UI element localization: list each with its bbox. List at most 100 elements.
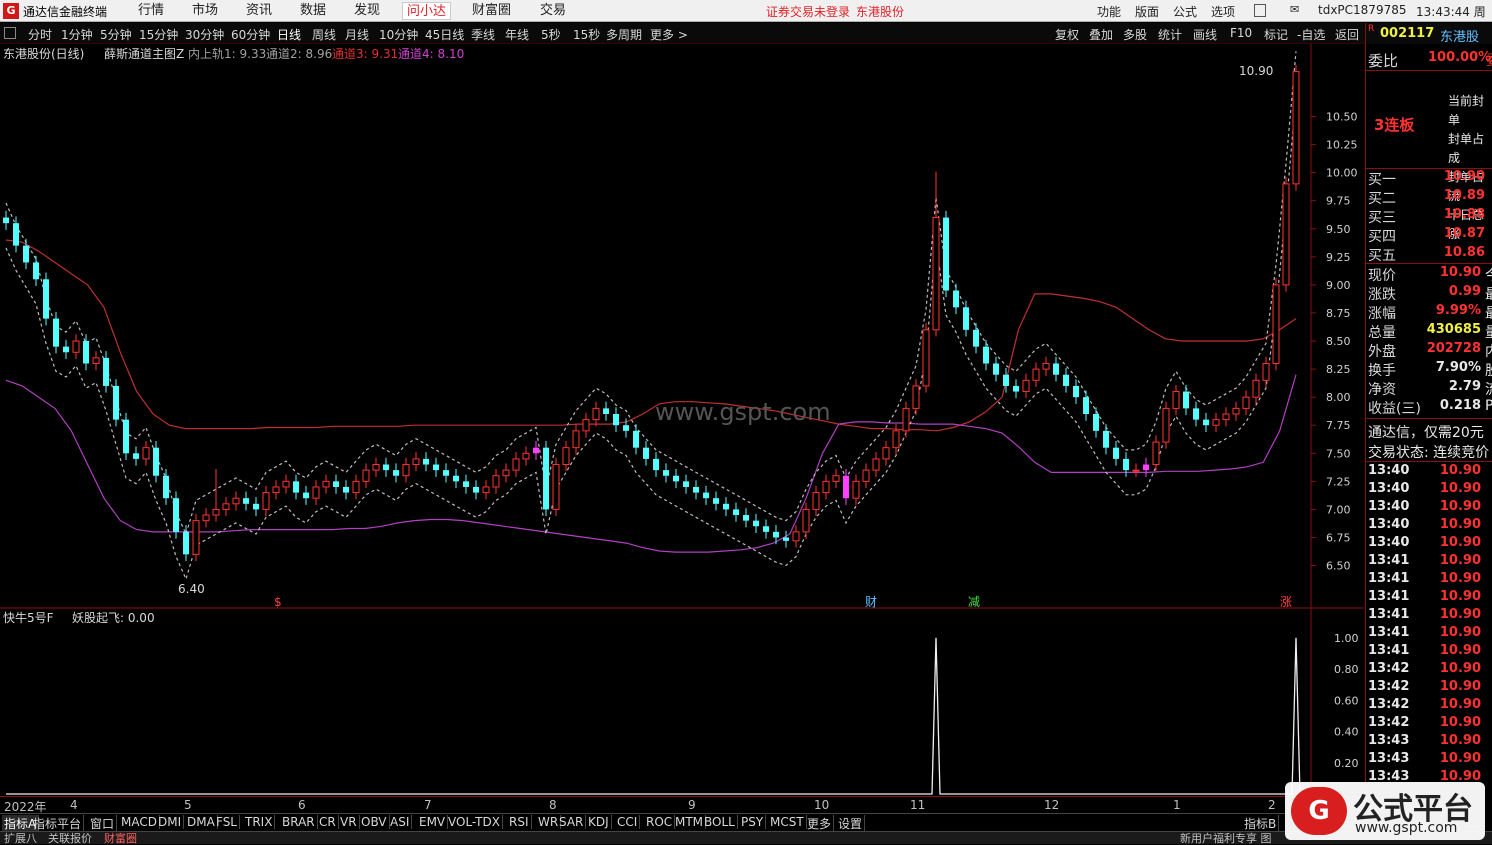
indicator-tab-20[interactable]: ROC — [644, 815, 676, 829]
indicator-tab-7[interactable]: TRIX — [243, 815, 276, 829]
tool-multi[interactable]: 多股 — [1123, 26, 1147, 43]
candle-body — [63, 346, 69, 353]
candle-body — [253, 503, 259, 510]
period-tab-8[interactable]: 月线 — [345, 26, 369, 43]
period-tab-0[interactable]: 分时 — [28, 26, 52, 43]
tick-time: 13:41 — [1368, 553, 1410, 568]
tool-stats[interactable]: 统计 — [1158, 26, 1182, 43]
marker-2[interactable]: 减 — [968, 595, 980, 609]
period-tab-4[interactable]: 30分钟 — [185, 26, 224, 43]
indicator-tab-11[interactable]: OBV — [359, 815, 390, 829]
line-label-0: 内上轨1: 9.33 — [188, 47, 266, 61]
chart-area[interactable]: 10.50 10.25 10.00 9.75 9.50 9.25 9.00 8.75 8.50 8… — [0, 44, 1364, 796]
status-promo[interactable]: 新用户福利专享 图 — [1180, 832, 1272, 845]
indicator-tab-19[interactable]: CCI — [615, 815, 641, 829]
indicator-tab-13[interactable]: EMV — [417, 815, 449, 829]
status-tab-0[interactable]: 扩展八 — [4, 832, 37, 845]
promo-text[interactable]: 通达信，仅需20元 — [1368, 422, 1484, 442]
panel-toggle-icon[interactable] — [4, 27, 16, 39]
indicator-tab-14[interactable]: VOL-TDX — [446, 815, 503, 829]
period-tab-11[interactable]: 季线 — [471, 26, 495, 43]
indicator-tab-6[interactable]: FSL — [214, 815, 240, 829]
menu-hq[interactable]: 行情 — [138, 2, 164, 20]
period-tab-more[interactable]: 更多 > — [650, 26, 688, 43]
sub-indicator-name[interactable]: 快牛5号F — [3, 610, 54, 625]
tool-back[interactable]: 返回 — [1335, 26, 1359, 43]
bid-row[interactable]: 买三 10.88 — [1368, 207, 1492, 226]
bid-row[interactable]: 买一 10.90 — [1368, 169, 1492, 188]
calendar-icon[interactable] — [1254, 4, 1266, 17]
indicator-tab-15[interactable]: RSI — [507, 815, 532, 829]
price-tick-label: 9.75 — [1326, 195, 1351, 208]
period-tab-3[interactable]: 15分钟 — [139, 26, 178, 43]
candle-body — [13, 223, 19, 246]
candle-body — [113, 385, 119, 420]
bid-row[interactable]: 买二 10.89 — [1368, 188, 1492, 207]
tool-f10[interactable]: F10 — [1230, 26, 1252, 40]
indicator-tab-2[interactable]: 窗口 — [88, 815, 118, 832]
indicator-tab-17[interactable]: SAR — [557, 815, 587, 829]
menu-discover[interactable]: 发现 — [354, 2, 380, 20]
bid-row[interactable]: 买四 10.87 — [1368, 226, 1492, 245]
tool-mark[interactable]: 标记 — [1264, 26, 1288, 43]
indicator-tab-12[interactable]: ASI — [388, 815, 413, 829]
tool-draw[interactable]: 画线 — [1193, 26, 1217, 43]
period-tab-1[interactable]: 1分钟 — [61, 26, 93, 43]
period-tab-9[interactable]: 10分钟 — [379, 26, 418, 43]
bid-row[interactable]: 买五 10.86 — [1368, 245, 1492, 264]
period-tab-13[interactable]: 5秒 — [541, 26, 561, 43]
menu-function[interactable]: 功能 — [1097, 3, 1121, 20]
marker-1[interactable]: 财 — [865, 595, 877, 609]
status-tab-2[interactable]: 财富圈 — [104, 832, 137, 845]
x-axis: 2022年 4 5 6 7 8 9 10 11 12 1 2 — [0, 796, 1364, 814]
indicator-tab-1[interactable]: 指标平台 — [31, 815, 85, 832]
menu-wealth[interactable]: 财富圈 — [472, 2, 511, 20]
indicator-tab-26[interactable]: 设置 — [836, 815, 866, 832]
candle-body — [552, 464, 560, 510]
tool-fuquan[interactable]: 复权 — [1055, 26, 1079, 43]
indicator-tab-5[interactable]: DMA — [185, 815, 218, 829]
period-tab-2[interactable]: 5分钟 — [100, 26, 132, 43]
tool-watchlist[interactable]: -自选 — [1297, 26, 1325, 43]
indicator-tab-4[interactable]: DMI — [156, 815, 185, 829]
menu-layout[interactable]: 版面 — [1135, 3, 1159, 20]
login-notice[interactable]: 证券交易未登录 — [766, 3, 850, 20]
menu-news[interactable]: 资讯 — [246, 2, 272, 20]
kline-svg[interactable]: 10.50 10.25 10.00 9.75 9.50 9.25 9.00 8.75 8.50 8… — [0, 44, 1364, 796]
marker-3[interactable]: 涨 — [1280, 594, 1292, 609]
menu-ask[interactable]: 问小达 — [402, 2, 452, 20]
indicator-tab-18[interactable]: KDJ — [586, 815, 612, 829]
menu-data[interactable]: 数据 — [300, 2, 326, 20]
menu-options[interactable]: 选项 — [1211, 3, 1235, 20]
menu-trade[interactable]: 交易 — [540, 2, 566, 20]
indicator-tab-25[interactable]: 更多 — [805, 815, 835, 832]
indicator-tab-24[interactable]: MCST — [768, 815, 807, 829]
notice-stock[interactable]: 东港股份 — [856, 3, 904, 20]
period-tab-14[interactable]: 15秒 — [573, 26, 600, 43]
period-tab-10[interactable]: 45日线 — [425, 26, 464, 43]
period-tab-5[interactable]: 60分钟 — [231, 26, 270, 43]
menu-formula[interactable]: 公式 — [1173, 3, 1197, 20]
indicator-tab-22[interactable]: BOLL — [702, 815, 738, 829]
period-tab-6[interactable]: 日线 — [277, 26, 301, 43]
x-label-10: 1 — [1173, 798, 1181, 812]
sub-line-label: 妖股起飞: 0.00 — [72, 611, 155, 625]
indicator-name[interactable]: 薛斯通道主图Z — [104, 47, 184, 61]
indicator-tab-9[interactable]: CR — [317, 815, 339, 829]
indicator-tab-b[interactable]: 指标B — [1242, 815, 1280, 832]
status-tab-1[interactable]: 关联报价 — [48, 832, 92, 845]
tick-time: 13:40 — [1368, 535, 1410, 550]
period-tab-15[interactable]: 多周期 — [606, 26, 642, 43]
period-tab-12[interactable]: 年线 — [505, 26, 529, 43]
indicator-tab-10[interactable]: VR — [338, 815, 360, 829]
marker-0[interactable]: $ — [274, 595, 282, 609]
candle-body — [492, 475, 500, 488]
indicator-tab-23[interactable]: PSY — [739, 815, 767, 829]
period-tab-7[interactable]: 周线 — [312, 26, 336, 43]
indicator-tab-3[interactable]: MACD — [119, 815, 160, 829]
tool-overlay[interactable]: 叠加 — [1089, 26, 1113, 43]
menu-market[interactable]: 市场 — [192, 2, 218, 20]
mail-icon[interactable]: ✉ — [1290, 3, 1299, 16]
x-label-8: 11 — [910, 798, 926, 812]
indicator-tab-8[interactable]: BRAR — [280, 815, 318, 829]
